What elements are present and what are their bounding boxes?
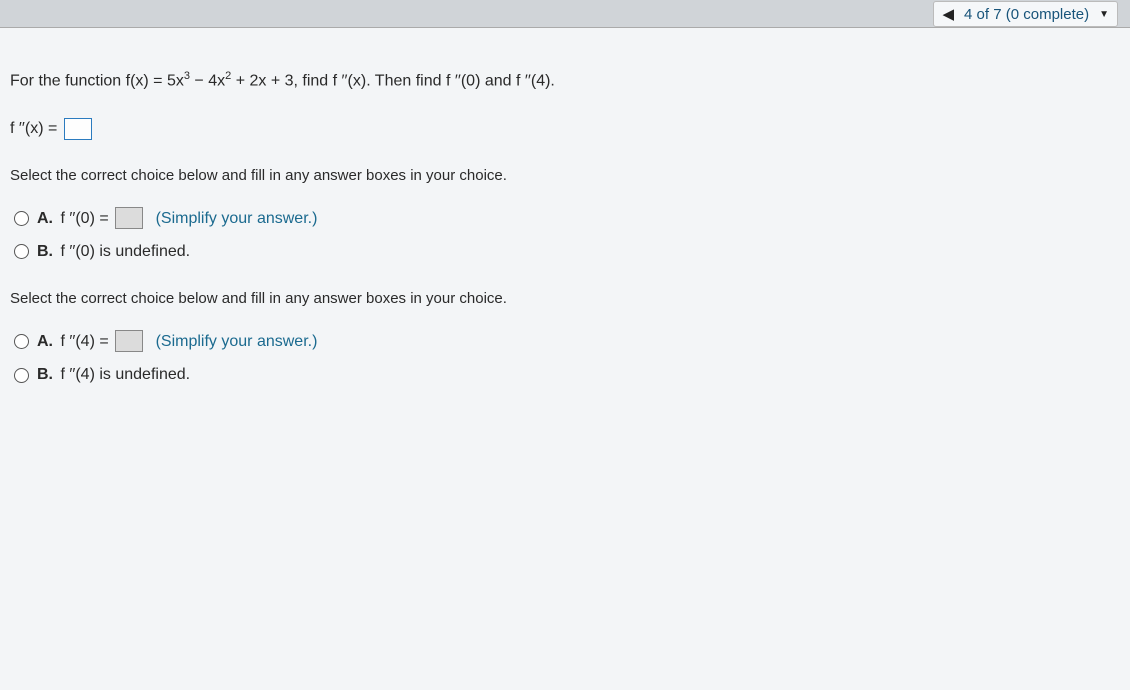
section1-radio-a[interactable] xyxy=(14,211,29,226)
problem-text-1: For the function f(x) = 5x xyxy=(10,72,184,89)
top-bar: ◀ 4 of 7 (0 complete) ▼ xyxy=(0,0,1130,28)
section1-instruction: Select the correct choice below and fill… xyxy=(10,164,1120,188)
section2-radio-a[interactable] xyxy=(14,334,29,349)
answer-label: f ′′(x) = xyxy=(10,120,62,137)
section2-radio-b[interactable] xyxy=(14,368,29,383)
section2-a-label: A. xyxy=(37,333,53,350)
section1-a-input[interactable] xyxy=(115,207,143,229)
section1-radio-b[interactable] xyxy=(14,244,29,259)
section2-choice-a: A. f ′′(4) = (Simplify your answer.) xyxy=(10,329,1120,355)
problem-statement: For the function f(x) = 5x3 − 4x2 + 2x +… xyxy=(10,68,1120,94)
section1-choice-b: B. f ′′(0) is undefined. xyxy=(10,239,1120,265)
progress-text: 4 of 7 (0 complete) xyxy=(964,6,1089,23)
section2-a-text: f ′′(4) = xyxy=(60,333,113,350)
section2-choice-b: B. f ′′(4) is undefined. xyxy=(10,362,1120,388)
section1-a-label: A. xyxy=(37,210,53,227)
progress-nav-pill[interactable]: ◀ 4 of 7 (0 complete) ▼ xyxy=(933,1,1118,27)
section1-choices: A. f ′′(0) = (Simplify your answer.) B. … xyxy=(10,206,1120,265)
section2-b-text: f ′′(4) is undefined. xyxy=(60,366,190,383)
main-answer-input[interactable] xyxy=(64,118,92,140)
problem-text-2: − 4x xyxy=(190,72,225,89)
section1-a-text: f ′′(0) = xyxy=(60,210,113,227)
section1-a-suffix: (Simplify your answer.) xyxy=(156,210,318,227)
prev-arrow-icon[interactable]: ◀ xyxy=(942,5,954,23)
section2-instruction: Select the correct choice below and fill… xyxy=(10,287,1120,311)
section1-b-text: f ′′(0) is undefined. xyxy=(60,243,190,260)
problem-text-3: + 2x + 3, find f ′′(x). Then find f ′′(0… xyxy=(231,72,555,89)
main-answer-line: f ′′(x) = xyxy=(10,116,1120,142)
section1-choice-a: A. f ′′(0) = (Simplify your answer.) xyxy=(10,206,1120,232)
question-content: For the function f(x) = 5x3 − 4x2 + 2x +… xyxy=(0,28,1130,690)
progress-dropdown-icon[interactable]: ▼ xyxy=(1099,9,1109,20)
section2-choices: A. f ′′(4) = (Simplify your answer.) B. … xyxy=(10,329,1120,388)
section2-a-suffix: (Simplify your answer.) xyxy=(156,333,318,350)
section2-b-label: B. xyxy=(37,366,53,383)
section2-a-input[interactable] xyxy=(115,330,143,352)
section1-b-label: B. xyxy=(37,243,53,260)
